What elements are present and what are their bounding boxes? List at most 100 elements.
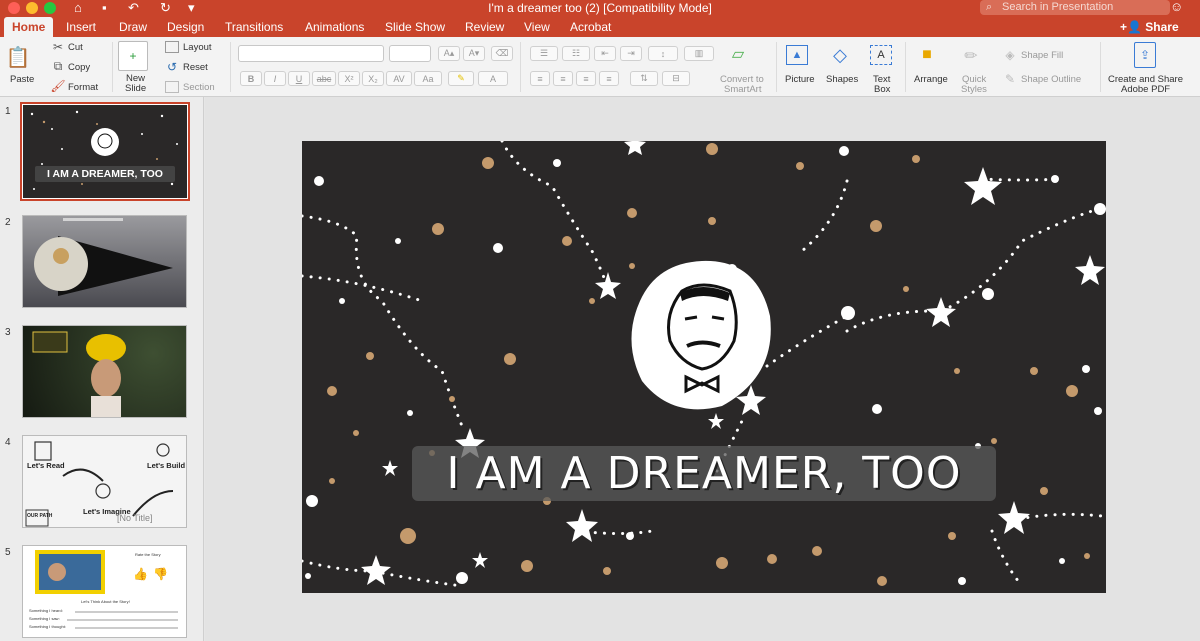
shape-outline-button[interactable]: Shape Outline [1021, 74, 1081, 85]
shape-fill-icon[interactable]: ◈ [1004, 48, 1016, 62]
reset-icon[interactable]: ↺ [165, 60, 179, 74]
tab-slide-show[interactable]: Slide Show [385, 17, 445, 37]
share-button[interactable]: +👤 Share [1120, 17, 1179, 37]
cut-button[interactable]: Cut [68, 42, 83, 53]
copy-icon[interactable]: ⧉ [52, 59, 64, 73]
text-direction-icon[interactable]: ⇅ [630, 71, 658, 86]
ribbon: 📋 Paste ✂ Cut ⧉ Copy 🖌 Format + New Slid… [0, 37, 1200, 97]
numbering-icon[interactable]: ☷ [562, 46, 590, 61]
tab-draw[interactable]: Draw [119, 17, 147, 37]
highlight-icon[interactable]: ✎ [448, 71, 474, 86]
new-slide-label-2[interactable]: Slide [125, 83, 146, 94]
columns-icon[interactable]: ▥ [684, 46, 714, 61]
star-icon [708, 413, 724, 429]
thumbnail-5-label: Something I heard: [29, 608, 63, 613]
quick-styles-label-2[interactable]: Styles [961, 84, 987, 95]
decrease-font-size-button[interactable]: A▾ [463, 46, 485, 61]
paste-icon[interactable]: 📋 [6, 43, 31, 71]
tab-review[interactable]: Review [465, 17, 504, 37]
change-case-button[interactable]: Aa [414, 71, 442, 86]
strikethrough-button[interactable]: abc [312, 71, 336, 86]
shape-fill-button[interactable]: Shape Fill [1021, 50, 1063, 61]
slide-background-art [302, 141, 1106, 588]
create-pdf-icon[interactable]: ⇪ [1134, 42, 1156, 68]
font-color-button[interactable]: A [478, 71, 508, 86]
star-icon [472, 552, 488, 568]
slide-thumbnail-4[interactable]: Let's Read Let's Build Let's Imagine OUR… [22, 435, 187, 528]
star-icon [998, 501, 1030, 534]
bold-button[interactable]: B [240, 71, 262, 86]
subscript-button[interactable]: X₂ [362, 71, 384, 86]
align-left-icon[interactable]: ≡ [530, 71, 550, 86]
text-box-label-2[interactable]: Box [874, 84, 890, 95]
smartart-icon[interactable]: ▱ [725, 41, 751, 67]
increase-font-size-button[interactable]: A▴ [438, 46, 460, 61]
decrease-indent-icon[interactable]: ⇤ [594, 46, 616, 61]
align-text-icon[interactable]: ⊟ [662, 71, 690, 86]
font-name-dropdown[interactable] [238, 45, 384, 62]
format-painter-button[interactable]: Format [68, 82, 98, 93]
layout-button[interactable]: Layout [183, 42, 212, 53]
thumbnail-5-label: Rate the Story [135, 552, 161, 557]
italic-button[interactable]: I [264, 71, 286, 86]
current-slide[interactable]: I AM A DREAMER, TOO [302, 141, 1106, 593]
constellation-line [302, 274, 424, 303]
create-pdf-label-2[interactable]: Adobe PDF [1121, 84, 1170, 95]
shapes-button[interactable]: Shapes [826, 74, 858, 85]
arrange-button[interactable]: Arrange [914, 74, 948, 85]
layout-icon[interactable] [165, 41, 179, 53]
arrange-icon[interactable]: ■ [916, 45, 938, 65]
paste-label[interactable]: Paste [10, 74, 34, 85]
section-icon[interactable] [165, 81, 179, 93]
underline-button[interactable]: U [288, 71, 310, 86]
account-icon[interactable]: ☺ [1170, 0, 1183, 14]
slide-number: 2 [5, 217, 11, 228]
tab-design[interactable]: Design [167, 17, 204, 37]
star-icon [361, 555, 391, 585]
align-right-icon[interactable]: ≡ [576, 71, 596, 86]
tab-insert[interactable]: Insert [66, 17, 96, 37]
star-icon [566, 509, 598, 542]
justify-icon[interactable]: ≡ [599, 71, 619, 86]
shape-outline-icon[interactable]: ✎ [1004, 72, 1016, 86]
star-icon [382, 460, 398, 476]
search-input[interactable]: ⌕ Search in Presentation [980, 0, 1170, 15]
constellation-line [940, 209, 1094, 313]
line-spacing-icon[interactable]: ↕ [648, 46, 678, 61]
tab-acrobat[interactable]: Acrobat [570, 17, 611, 37]
align-center-icon[interactable]: ≡ [553, 71, 573, 86]
picture-button[interactable]: Picture [785, 74, 815, 85]
increase-indent-icon[interactable]: ⇥ [620, 46, 642, 61]
ribbon-separator [230, 42, 231, 92]
format-painter-icon[interactable]: 🖌 [50, 79, 65, 93]
slide-title[interactable]: I AM A DREAMER, TOO [412, 444, 996, 504]
picture-icon[interactable]: ▲ [786, 45, 808, 65]
font-size-dropdown[interactable] [389, 45, 431, 62]
tab-animations[interactable]: Animations [305, 17, 364, 37]
copy-button[interactable]: Copy [68, 62, 90, 73]
search-placeholder: Search in Presentation [1002, 1, 1114, 13]
shapes-icon[interactable]: ◇ [828, 43, 852, 67]
slide-thumbnail-5[interactable]: 👍 👎 Rate the Story Let's Think About the… [22, 545, 187, 638]
slide-number: 5 [5, 547, 11, 558]
tab-home[interactable]: Home [4, 17, 54, 37]
portrait-illustration [631, 260, 771, 410]
section-button[interactable]: Section [183, 82, 215, 93]
bullets-icon[interactable]: ☰ [530, 46, 558, 61]
tab-transitions[interactable]: Transitions [225, 17, 283, 37]
clear-formatting-button[interactable]: ⌫ [491, 46, 513, 61]
character-spacing-button[interactable]: AV [386, 71, 412, 86]
superscript-button[interactable]: X² [338, 71, 360, 86]
quick-styles-icon[interactable]: ✏ [958, 45, 984, 67]
slide-thumbnail-3[interactable] [22, 325, 187, 418]
slide-thumbnail-1[interactable]: I AM A DREAMER, TOO [20, 102, 190, 201]
reset-button[interactable]: Reset [183, 62, 208, 73]
star-icon [595, 272, 621, 299]
convert-smartart-label-2[interactable]: SmartArt [724, 84, 761, 95]
thumbnail-5-label: Something I thought: [29, 624, 66, 629]
new-slide-icon[interactable]: + [118, 41, 148, 71]
text-box-icon[interactable]: A [870, 45, 892, 65]
slide-thumbnail-2[interactable] [22, 215, 187, 308]
cut-icon[interactable]: ✂ [52, 40, 64, 54]
tab-view[interactable]: View [524, 17, 550, 37]
